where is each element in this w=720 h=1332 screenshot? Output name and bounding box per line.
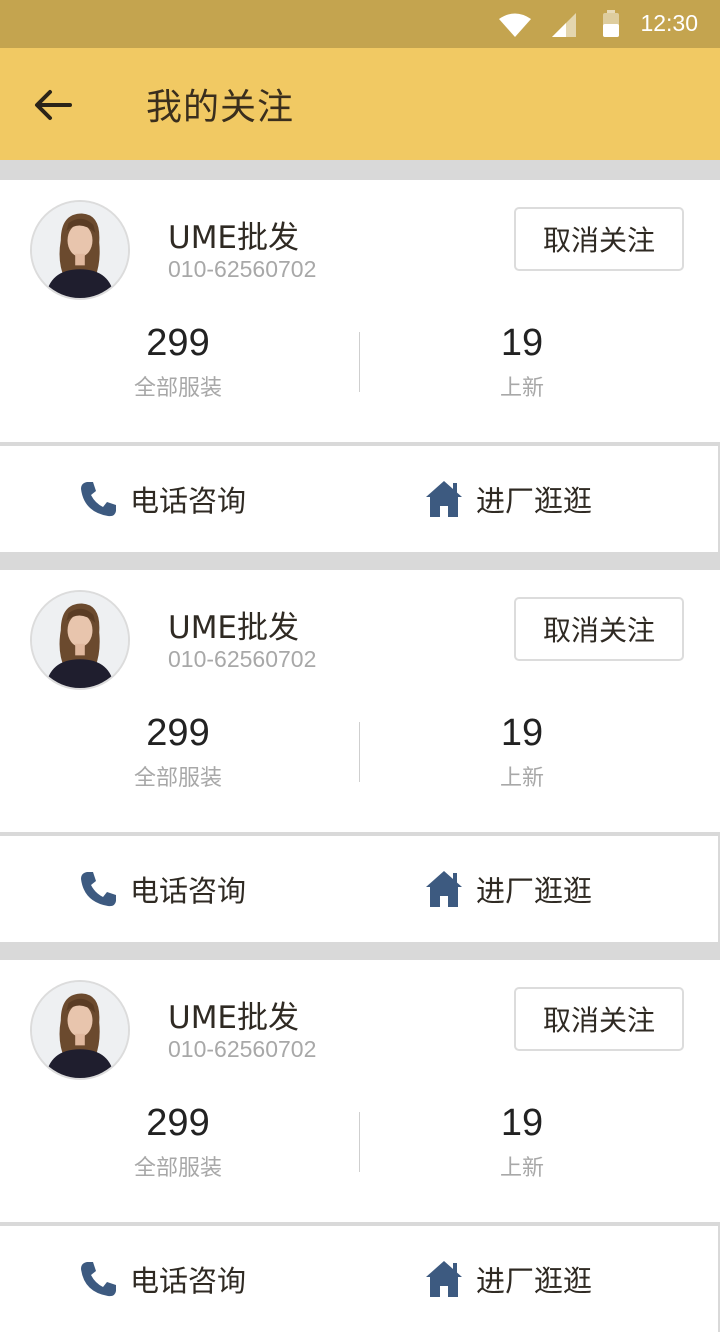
shop-name: UME批发	[168, 220, 300, 256]
shop-name: UME批发	[168, 1000, 300, 1036]
home-icon	[426, 1261, 462, 1297]
shop-info-section: UME批发 010-62560702 取消关注 299 全部服装 19 上新	[0, 180, 720, 442]
avatar-portrait-image	[32, 202, 128, 298]
followed-shop-card: UME批发 010-62560702 取消关注 299 全部服装 19 上新 电…	[0, 960, 720, 1332]
stat-label: 上新	[499, 376, 544, 401]
stat-value: 19	[500, 712, 544, 754]
stat-new-arrivals[interactable]: 19 上新	[422, 710, 622, 792]
shop-phone: 010-62560702	[168, 646, 317, 672]
visit-factory-label: 进厂逛逛	[476, 1264, 593, 1298]
stat-divider	[359, 722, 360, 782]
stat-all-clothing[interactable]: 299 全部服装	[78, 320, 278, 402]
shop-name: UME批发	[168, 610, 300, 646]
followed-shop-card: UME批发 010-62560702 取消关注 299 全部服装 19 上新 电…	[0, 570, 720, 942]
unfollow-button[interactable]: 取消关注	[514, 987, 684, 1051]
visit-factory-button[interactable]: 进厂逛逛	[424, 1254, 592, 1304]
visit-factory-button[interactable]: 进厂逛逛	[424, 864, 592, 914]
phone-consult-button[interactable]: 电话咨询	[78, 474, 246, 524]
shop-info-section: UME批发 010-62560702 取消关注 299 全部服装 19 上新	[0, 570, 720, 832]
shop-actions-section: 电话咨询 进厂逛逛	[0, 836, 720, 942]
status-bar: 12:30	[0, 0, 720, 48]
shop-actions-section: 电话咨询 进厂逛逛	[0, 1226, 720, 1332]
phone-consult-label: 电话咨询	[130, 874, 247, 908]
stat-value: 299	[146, 1102, 210, 1144]
shop-info-section: UME批发 010-62560702 取消关注 299 全部服装 19 上新	[0, 960, 720, 1222]
visit-factory-label: 进厂逛逛	[476, 484, 593, 518]
home-icon	[426, 481, 462, 517]
page-title: 我的关注	[146, 87, 295, 128]
stat-label: 全部服装	[133, 376, 222, 401]
stat-divider	[359, 1112, 360, 1172]
stat-new-arrivals[interactable]: 19 上新	[422, 1100, 622, 1182]
shop-actions-section: 电话咨询 进厂逛逛	[0, 446, 720, 552]
signal-icon	[552, 13, 576, 37]
stat-value: 19	[500, 1102, 544, 1144]
avatar-portrait-image	[32, 592, 128, 688]
stat-all-clothing[interactable]: 299 全部服装	[78, 1100, 278, 1182]
stat-label: 全部服装	[133, 766, 222, 791]
stat-value: 299	[146, 322, 210, 364]
stat-value: 19	[500, 322, 544, 364]
avatar[interactable]	[30, 200, 130, 300]
unfollow-button[interactable]: 取消关注	[514, 597, 684, 661]
followed-shop-card: UME批发 010-62560702 取消关注 299 全部服装 19 上新 电…	[0, 180, 720, 552]
stat-label: 全部服装	[133, 1156, 222, 1181]
visit-factory-button[interactable]: 进厂逛逛	[424, 474, 592, 524]
stat-new-arrivals[interactable]: 19 上新	[422, 320, 622, 402]
phone-consult-button[interactable]: 电话咨询	[78, 1254, 246, 1304]
phone-icon	[81, 482, 116, 517]
phone-consult-label: 电话咨询	[130, 1264, 247, 1298]
status-time: 12:30	[640, 10, 698, 36]
stat-all-clothing[interactable]: 299 全部服装	[78, 710, 278, 792]
phone-consult-button[interactable]: 电话咨询	[78, 864, 246, 914]
phone-icon	[81, 872, 116, 907]
avatar-portrait-image	[32, 982, 128, 1078]
battery-icon	[603, 10, 619, 37]
avatar[interactable]	[30, 980, 130, 1080]
phone-consult-label: 电话咨询	[130, 484, 247, 518]
visit-factory-label: 进厂逛逛	[476, 874, 593, 908]
phone-icon	[81, 1262, 116, 1297]
app-bar: 我的关注	[0, 48, 720, 160]
shop-phone: 010-62560702	[168, 256, 317, 282]
stat-value: 299	[146, 712, 210, 754]
avatar[interactable]	[30, 590, 130, 690]
unfollow-button[interactable]: 取消关注	[514, 207, 684, 271]
shop-phone: 010-62560702	[168, 1036, 317, 1062]
home-icon	[426, 871, 462, 907]
stat-label: 上新	[499, 1156, 544, 1181]
stat-divider	[359, 332, 360, 392]
stat-label: 上新	[499, 766, 544, 791]
wifi-icon	[499, 13, 531, 37]
back-arrow-icon[interactable]	[30, 82, 76, 128]
